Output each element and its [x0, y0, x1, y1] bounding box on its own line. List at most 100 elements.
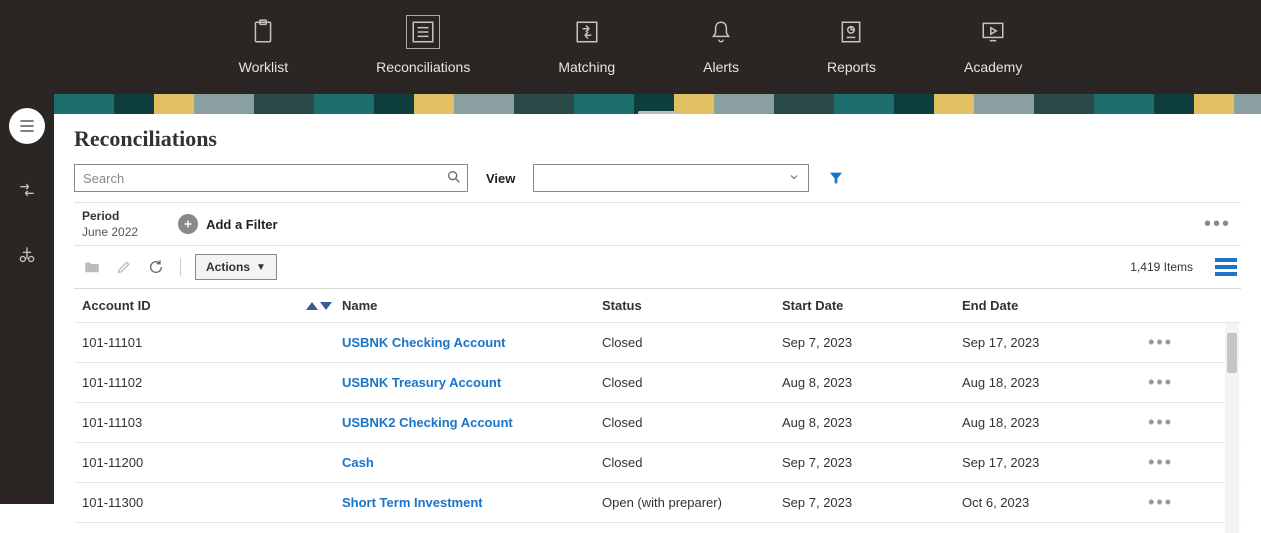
cell-end-date: Aug 18, 2023 — [962, 375, 1142, 390]
cell-end-date: Aug 18, 2023 — [962, 415, 1142, 430]
filter-bar-overflow-menu[interactable]: ••• — [1198, 213, 1237, 236]
rail-list-button[interactable] — [9, 108, 45, 144]
nav-label: Academy — [964, 59, 1022, 75]
nav-reports[interactable]: Reports — [817, 7, 886, 87]
filter-chip-value: June 2022 — [82, 225, 138, 239]
nav-reconciliations[interactable]: Reconciliations — [366, 7, 480, 87]
column-header-end-date[interactable]: End Date — [962, 298, 1142, 313]
plus-circle-icon — [178, 214, 198, 234]
chevron-down-icon — [788, 171, 800, 186]
cell-account-id: 101-11103 — [82, 415, 342, 430]
rail-balance-button[interactable] — [9, 236, 45, 272]
list-icon — [406, 15, 440, 49]
vertical-scrollbar[interactable] — [1225, 323, 1239, 533]
view-select[interactable] — [533, 164, 809, 192]
nav-label: Reports — [827, 59, 876, 75]
cell-start-date: Aug 8, 2023 — [782, 375, 962, 390]
bell-icon — [704, 15, 738, 49]
table-row[interactable]: 101-11101USBNK Checking AccountClosedSep… — [74, 323, 1241, 363]
top-nav: Worklist Reconciliations Matching Alerts… — [0, 0, 1261, 94]
density-toggle[interactable] — [1215, 258, 1237, 276]
table-row[interactable]: 101-11102USBNK Treasury AccountClosedAug… — [74, 363, 1241, 403]
search-toolbar: View — [74, 164, 1241, 192]
row-overflow-menu[interactable]: ••• — [1148, 492, 1173, 513]
cell-status: Closed — [602, 335, 782, 350]
column-header-account-id[interactable]: Account ID — [82, 298, 342, 313]
refresh-button[interactable] — [146, 257, 166, 277]
search-input[interactable] — [74, 164, 468, 192]
cell-status: Closed — [602, 455, 782, 470]
column-header-label: End Date — [962, 298, 1018, 313]
separator — [180, 258, 181, 276]
nav-label: Alerts — [703, 59, 739, 75]
table-action-bar: Actions ▼ 1,419 Items — [74, 246, 1241, 288]
cell-start-date: Aug 8, 2023 — [782, 415, 962, 430]
cell-account-id: 101-11200 — [82, 455, 342, 470]
cell-name-link[interactable]: USBNK Treasury Account — [342, 375, 501, 390]
sort-desc-icon[interactable] — [320, 302, 332, 310]
table-header: Account ID Name Status Start Date End Da… — [74, 289, 1241, 323]
add-filter-label: Add a Filter — [206, 217, 278, 232]
left-rail — [0, 94, 54, 504]
nav-matching[interactable]: Matching — [548, 7, 625, 87]
page-title: Reconciliations — [74, 126, 1241, 152]
row-overflow-menu[interactable]: ••• — [1148, 372, 1173, 393]
column-header-label: Name — [342, 298, 377, 313]
column-header-label: Status — [602, 298, 642, 313]
column-header-status[interactable]: Status — [602, 298, 782, 313]
column-header-label: Start Date — [782, 298, 843, 313]
nav-worklist[interactable]: Worklist — [229, 7, 299, 87]
cell-status: Closed — [602, 375, 782, 390]
sort-asc-icon[interactable] — [306, 302, 318, 310]
cell-account-id: 101-11101 — [82, 335, 342, 350]
scroll-thumb[interactable] — [1227, 333, 1237, 373]
reconciliations-table: Account ID Name Status Start Date End Da… — [74, 288, 1241, 533]
search-box — [74, 164, 468, 192]
nav-label: Matching — [558, 59, 615, 75]
cell-end-date: Sep 17, 2023 — [962, 455, 1142, 470]
add-filter-button[interactable]: Add a Filter — [178, 214, 278, 234]
filter-chip-period[interactable]: Period June 2022 — [82, 209, 138, 239]
caret-down-icon: ▼ — [256, 262, 266, 273]
cell-status: Closed — [602, 415, 782, 430]
cell-end-date: Sep 17, 2023 — [962, 335, 1142, 350]
nav-label: Worklist — [239, 59, 289, 75]
nav-alerts[interactable]: Alerts — [693, 7, 749, 87]
row-overflow-menu[interactable]: ••• — [1148, 412, 1173, 433]
clipboard-icon — [246, 15, 280, 49]
cell-name-link[interactable]: USBNK Checking Account — [342, 335, 505, 350]
cell-account-id: 101-11102 — [82, 375, 342, 390]
table-row[interactable]: 101-11200CashClosedSep 7, 2023Sep 17, 20… — [74, 443, 1241, 483]
edit-button[interactable] — [114, 257, 134, 277]
report-icon — [834, 15, 868, 49]
cell-start-date: Sep 7, 2023 — [782, 495, 962, 510]
column-header-start-date[interactable]: Start Date — [782, 298, 962, 313]
filter-bar: Period June 2022 Add a Filter ••• — [74, 202, 1241, 246]
row-overflow-menu[interactable]: ••• — [1148, 332, 1173, 353]
column-header-name[interactable]: Name — [342, 298, 602, 313]
decor-strip — [54, 94, 1261, 114]
video-icon — [976, 15, 1010, 49]
table-row[interactable]: 101-11300Short Term Investment Open (with… — [74, 483, 1241, 523]
column-header-label: Account ID — [82, 298, 151, 313]
cell-account-id: 101-11300 — [82, 495, 342, 510]
table-row[interactable]: 101-11103USBNK2 Checking AccountClosedAu… — [74, 403, 1241, 443]
rail-transactions-button[interactable] — [9, 172, 45, 208]
cell-name-link[interactable]: Cash — [342, 455, 374, 470]
cell-status: Open (with preparer) — [602, 495, 782, 510]
actions-menu[interactable]: Actions ▼ — [195, 254, 277, 280]
search-icon[interactable] — [446, 169, 462, 185]
sort-controls — [306, 302, 332, 310]
cell-name-link[interactable]: Short Term Investment — [342, 495, 483, 510]
nav-academy[interactable]: Academy — [954, 7, 1032, 87]
view-label: View — [486, 171, 515, 186]
actions-menu-label: Actions — [206, 260, 250, 274]
table-scroll-area: 101-11101USBNK Checking AccountClosedSep… — [74, 323, 1241, 533]
main-panel: Reconciliations View Period June 2022 — [54, 114, 1261, 504]
cell-name-link[interactable]: USBNK2 Checking Account — [342, 415, 513, 430]
cell-start-date: Sep 7, 2023 — [782, 335, 962, 350]
row-overflow-menu[interactable]: ••• — [1148, 452, 1173, 473]
open-folder-button[interactable] — [82, 257, 102, 277]
items-count: 1,419 Items — [1130, 260, 1193, 274]
filter-icon[interactable] — [827, 169, 845, 187]
